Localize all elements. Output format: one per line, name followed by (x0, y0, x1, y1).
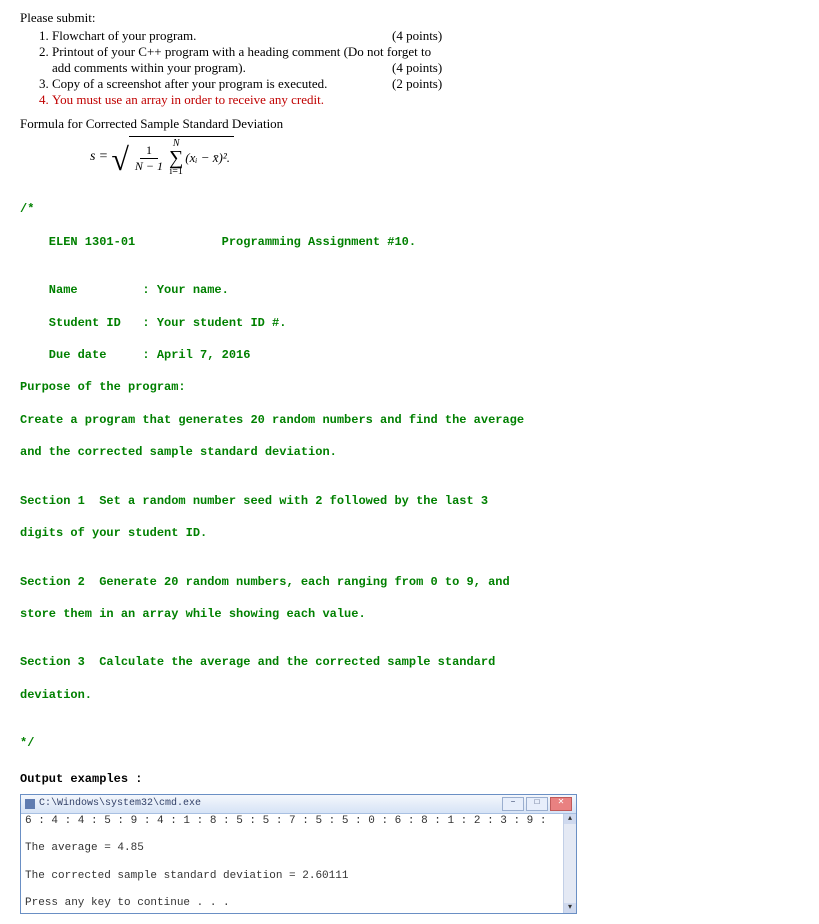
c-l8: Create a program that generates 20 rando… (20, 412, 799, 428)
window-buttons: − □ ✕ (502, 797, 572, 811)
submit-item-2: Printout of your C++ program with a head… (52, 44, 799, 76)
equals-sign: = (99, 149, 107, 165)
submit-list: Flowchart of your program. (4 points) Pr… (52, 28, 799, 108)
submit-item-3-text: Copy of a screenshot after your program … (52, 76, 392, 92)
cmd-icon (25, 799, 35, 809)
submit-item-2-cont: add comments within your program). (52, 60, 392, 76)
term-line3: The corrected sample standard deviation … (25, 870, 572, 884)
submit-item-4-text: You must use an array in order to receiv… (52, 92, 324, 107)
scroll-down-icon[interactable]: ▾ (564, 903, 576, 913)
submit-item-1: Flowchart of your program. (4 points) (52, 28, 799, 44)
terminal-title: C:\Windows\system32\cmd.exe (39, 798, 201, 809)
formula-term: (xᵢ − x̄)². (185, 150, 230, 166)
c-l11: Section 1 Set a random number seed with … (20, 493, 799, 509)
fraction: 1 N − 1 (133, 143, 165, 174)
submit-item-2-points: (4 points) (392, 60, 462, 76)
code-block: /* ELEN 1301-01 Programming Assignment #… (20, 185, 799, 768)
terminal-window: C:\Windows\system32\cmd.exe − □ ✕ 6 : 4 … (20, 794, 577, 914)
sqrt-body: 1 N − 1 N ∑ i=1 (xᵢ − x̄)². (129, 136, 234, 177)
output-examples-head: Output examples : (20, 772, 799, 786)
c-l2: ELEN 1301-01 Programming Assignment #10. (20, 234, 799, 250)
frac-num: 1 (140, 143, 158, 159)
submit-item-3-points: (2 points) (392, 76, 462, 92)
c-l18: deviation. (20, 687, 799, 703)
minimize-button[interactable]: − (502, 797, 524, 811)
c-l9: and the corrected sample standard deviat… (20, 444, 799, 460)
submit-block: Please submit: Flowchart of your program… (20, 10, 799, 108)
c-l1: /* (20, 201, 799, 217)
formula: s = √ 1 N − 1 N ∑ i=1 (xᵢ − x̄)². (90, 136, 799, 177)
c-l15: store them in an array while showing eac… (20, 606, 799, 622)
submit-item-1-text: Flowchart of your program. (52, 28, 392, 44)
c-l4: Name : Your name. (20, 282, 799, 298)
terminal-body: 6 : 4 : 4 : 5 : 9 : 4 : 1 : 8 : 5 : 5 : … (21, 814, 576, 913)
c-l14: Section 2 Generate 20 random numbers, ea… (20, 574, 799, 590)
submit-item-4: You must use an array in order to receiv… (52, 92, 799, 108)
c-l12: digits of your student ID. (20, 525, 799, 541)
frac-den: N − 1 (133, 159, 165, 174)
submit-item-3: Copy of a screenshot after your program … (52, 76, 799, 92)
c-l7: Purpose of the program: (20, 379, 799, 395)
submit-item-1-points: (4 points) (392, 28, 462, 44)
c-l17: Section 3 Calculate the average and the … (20, 654, 799, 670)
submit-head: Please submit: (20, 10, 799, 26)
close-button[interactable]: ✕ (550, 797, 572, 811)
submit-item-2-text: Printout of your C++ program with a head… (52, 44, 462, 60)
term-line4: Press any key to continue . . . (25, 897, 572, 911)
term-line1: 6 : 4 : 4 : 5 : 9 : 4 : 1 : 8 : 5 : 5 : … (25, 815, 572, 829)
c-l6: Due date : April 7, 2016 (20, 347, 799, 363)
c-l5: Student ID : Your student ID #. (20, 315, 799, 331)
maximize-button[interactable]: □ (526, 797, 548, 811)
c-l20: */ (20, 735, 799, 751)
term-line2: The average = 4.85 (25, 842, 572, 856)
terminal-titlebar: C:\Windows\system32\cmd.exe − □ ✕ (21, 795, 576, 814)
formula-head: Formula for Corrected Sample Standard De… (20, 116, 799, 132)
scroll-up-icon[interactable]: ▴ (564, 814, 576, 824)
sigma-icon: ∑ (169, 149, 183, 167)
sum-bottom: i=1 (169, 167, 182, 177)
terminal-scrollbar[interactable]: ▴▾ (563, 814, 576, 913)
summation: N ∑ i=1 (169, 139, 183, 177)
formula-s: s (90, 149, 95, 165)
